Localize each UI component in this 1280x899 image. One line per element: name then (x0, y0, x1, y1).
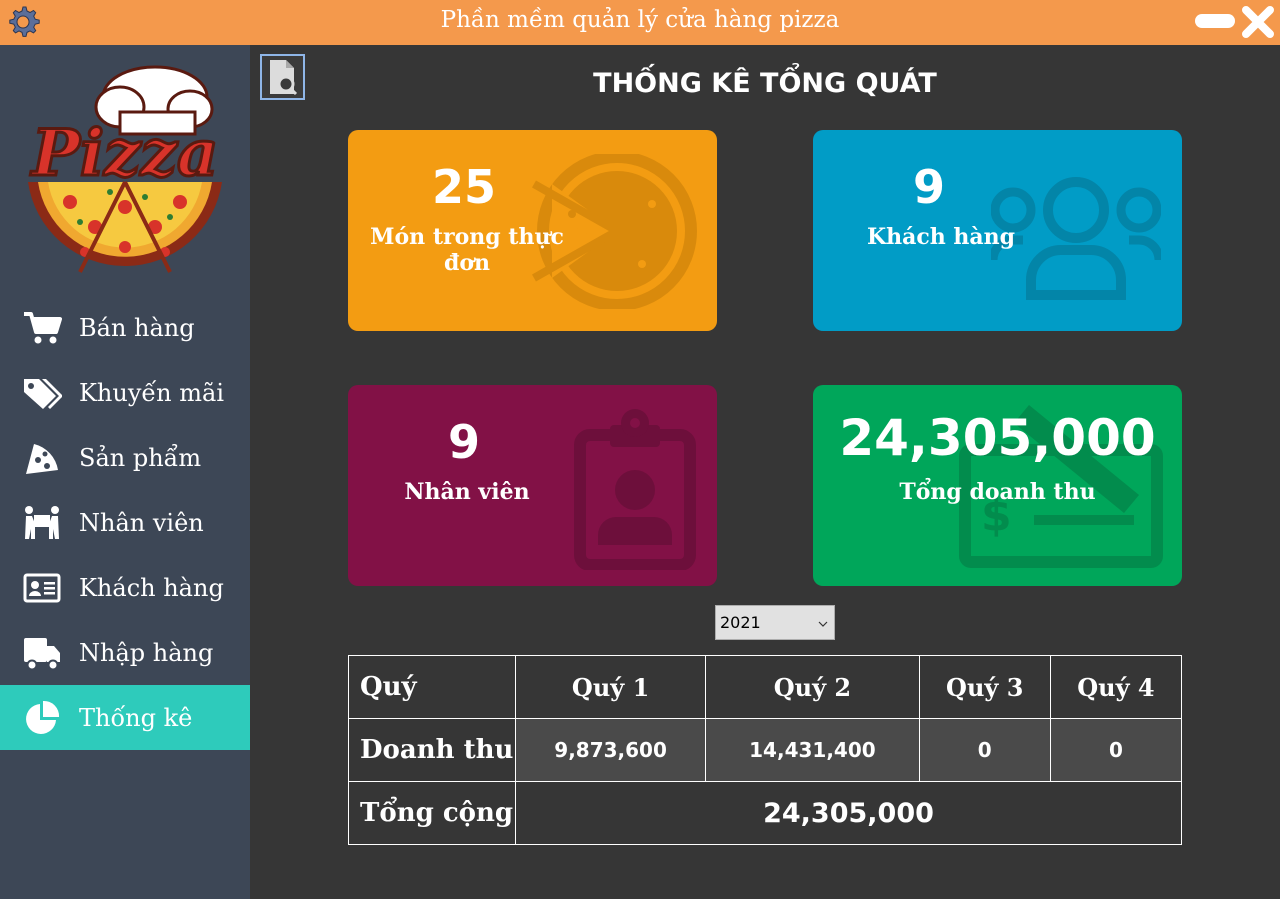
table-row: Tổng cộng 24,305,000 (348, 781, 1182, 845)
title-bar: Phần mềm quản lý cửa hàng pizza (0, 0, 1280, 45)
menu-items-caption: Món trong thực đơn (370, 224, 564, 276)
menu-items-card: 25 Món trong thực đơn (348, 130, 717, 331)
window-title: Phần mềm quản lý cửa hàng pizza (440, 7, 840, 33)
sidebar-item-label: Thống kê (79, 703, 193, 732)
truck-icon (24, 637, 60, 670)
clipboard-user-icon (574, 409, 696, 570)
customers-caption: Khách hàng (866, 224, 1016, 250)
revenue-cell: 0 (918, 718, 1051, 782)
pie-chart-icon (26, 700, 60, 734)
minimize-icon[interactable] (1195, 14, 1235, 28)
pizza-slice-icon (26, 443, 58, 474)
tags-icon (24, 378, 62, 409)
revenue-total: 24,305,000 (839, 409, 1156, 467)
table-header-cell: Quý 3 (918, 655, 1051, 719)
customers-count: 9 (912, 160, 945, 214)
table-header-row: Quý Quý 1 Quý 2 Quý 3 Quý 4 (348, 655, 1183, 719)
table-header-cell: Quý 2 (705, 655, 920, 719)
sidebar: Pizza Bán hàng Khuyến mãi Sản phẩm Nhân … (0, 45, 250, 899)
table-header-cell: Quý 4 (1049, 655, 1183, 719)
sidebar-item-nhap-hang[interactable]: Nhập hàng (0, 620, 250, 685)
total-cell: 24,305,000 (515, 781, 1182, 845)
total-row-label: Tổng cộng (348, 781, 516, 845)
revenue-cell: 14,431,400 (705, 718, 920, 782)
sidebar-item-label: Nhân viên (79, 508, 204, 537)
revenue-row-label: Doanh thu (348, 718, 516, 782)
chevron-down-icon (818, 621, 828, 627)
revenue-caption: Tổng doanh thu (899, 479, 1096, 505)
sidebar-item-khuyen-mai[interactable]: Khuyến mãi (0, 360, 250, 425)
sidebar-item-label: Nhập hàng (79, 638, 214, 667)
page-title: THỐNG KÊ TỔNG QUÁT (593, 68, 937, 99)
sidebar-item-san-pham[interactable]: Sản phẩm (0, 425, 250, 490)
year-select[interactable]: 2021 (715, 605, 835, 640)
sidebar-item-label: Sản phẩm (79, 443, 202, 472)
sidebar-item-label: Khách hàng (79, 573, 224, 602)
table-row: Doanh thu 9,873,600 14,431,400 0 0 (348, 718, 1183, 782)
cart-icon (24, 311, 62, 343)
revenue-cell: 0 (1049, 718, 1183, 782)
sidebar-item-nhan-vien[interactable]: Nhân viên (0, 490, 250, 555)
sidebar-item-label: Khuyến mãi (79, 378, 224, 407)
staff-card: 9 Nhân viên (348, 385, 717, 586)
customers-card: 9 Khách hàng (813, 130, 1182, 331)
sidebar-item-label: Bán hàng (79, 313, 195, 342)
table-header-cell: Quý (348, 655, 516, 719)
sidebar-item-ban-hang[interactable]: Bán hàng (0, 295, 250, 360)
logo-text: Pizza (30, 116, 219, 191)
revenue-cell: 9,873,600 (514, 718, 707, 782)
people-carry-icon (25, 505, 59, 539)
id-card-icon (23, 573, 61, 602)
staff-caption: Nhân viên (404, 479, 530, 505)
staff-count: 9 (447, 415, 480, 469)
menu-items-count: 25 (431, 160, 496, 214)
sidebar-item-khach-hang[interactable]: Khách hàng (0, 555, 250, 620)
revenue-card: $ 24,305,000 Tổng doanh thu (813, 385, 1182, 586)
pizza-logo: Pizza (28, 65, 222, 273)
close-icon[interactable] (1240, 4, 1276, 40)
sidebar-item-thong-ke[interactable]: Thống kê (0, 685, 250, 750)
table-header-cell: Quý 1 (514, 655, 707, 719)
year-select-value: 2021 (720, 613, 761, 632)
quarterly-revenue-table: Quý Quý 1 Quý 2 Quý 3 Quý 4 Doanh thu 9,… (348, 655, 1183, 845)
